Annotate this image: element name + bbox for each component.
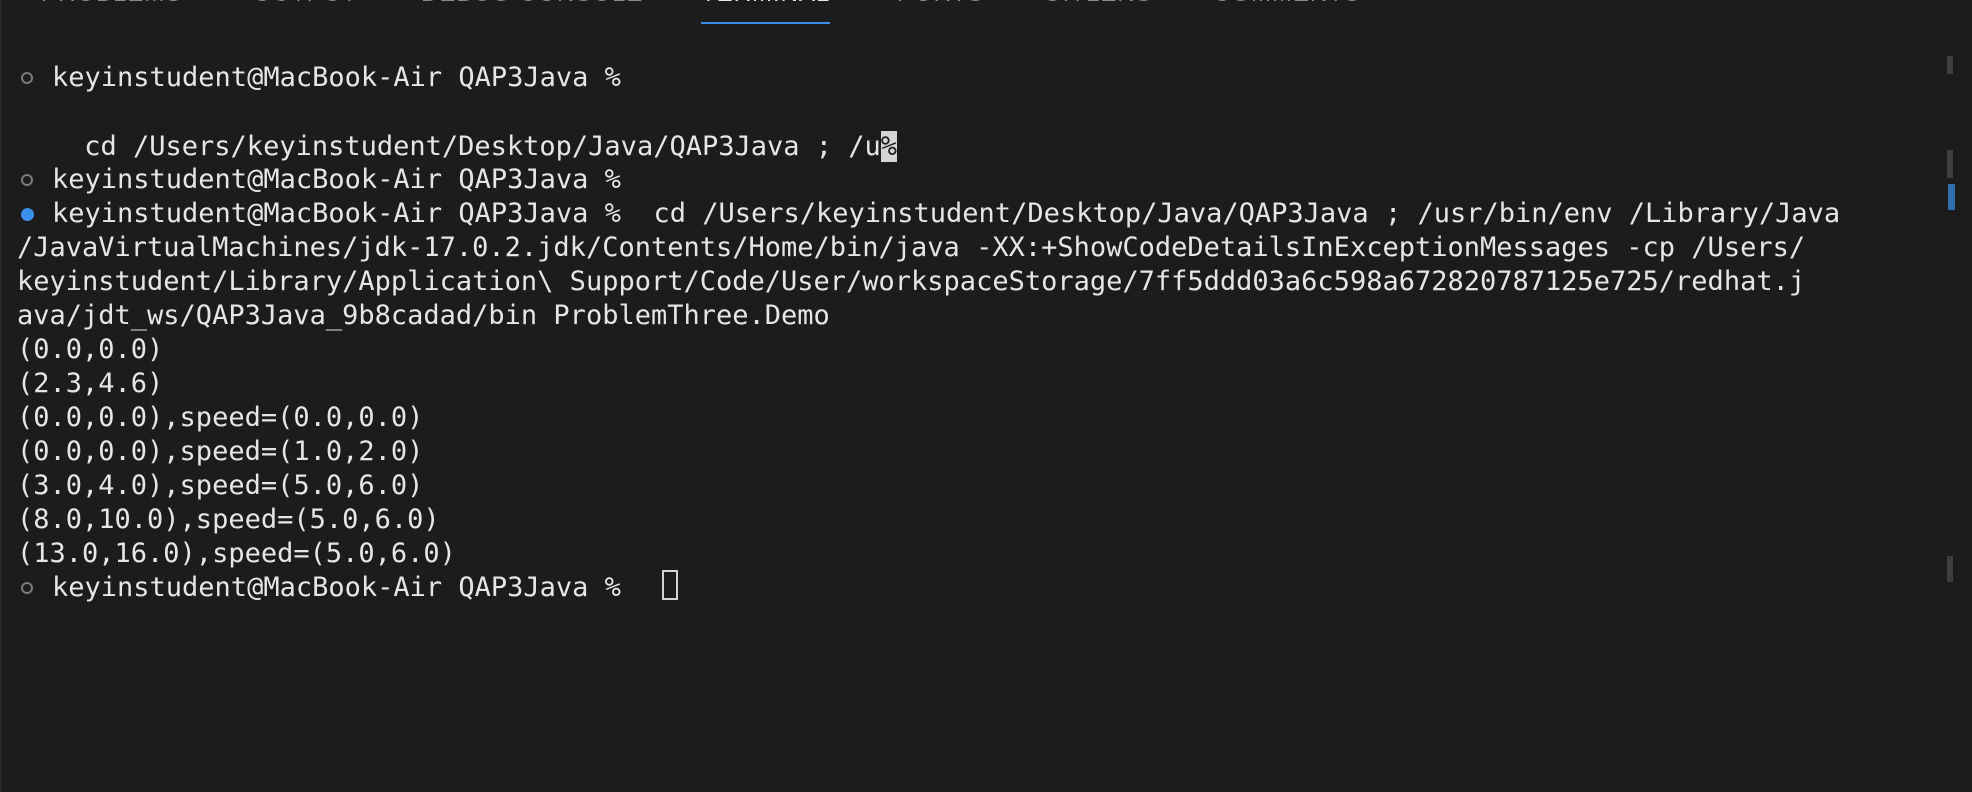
- output-text: (3.0,4.0),speed=(5.0,6.0): [17, 470, 424, 501]
- terminal-line: (13.0,16.0),speed=(5.0,6.0): [1, 537, 456, 571]
- output-text: (8.0,10.0),speed=(5.0,6.0): [17, 504, 440, 535]
- terminal-line: keyinstudent@MacBook-Air QAP3Java %: [1, 163, 621, 197]
- terminal-line: keyinstudent@MacBook-Air QAP3Java %: [1, 61, 621, 95]
- terminal-line: ava/jdt_ws/QAP3Java_9b8cadad/bin Problem…: [1, 299, 830, 333]
- overview-ruler-mark: [1947, 56, 1953, 74]
- highlighted-char: %: [880, 131, 898, 162]
- terminal-line: keyinstudent@MacBook-Air QAP3Java %: [1, 571, 621, 605]
- overview-ruler-mark: [1947, 150, 1953, 178]
- command-text: /JavaVirtualMachines/jdk-17.0.2.jdk/Cont…: [17, 232, 1806, 263]
- command-text: ava/jdt_ws/QAP3Java_9b8cadad/bin Problem…: [17, 300, 830, 331]
- terminal-line: cd /Users/keyinstudent/Desktop/Java/QAP3…: [1, 130, 898, 164]
- output-text: (0.0,0.0),speed=(1.0,2.0): [17, 436, 424, 467]
- prompt-text: keyinstudent@MacBook-Air QAP3Java %: [52, 164, 621, 195]
- prompt-text: keyinstudent@MacBook-Air QAP3Java %: [52, 572, 621, 603]
- prompt-text: keyinstudent@MacBook-Air QAP3Java %: [52, 62, 621, 93]
- command-fragment: cd /Users/keyinstudent/Desktop/Java/QAP3…: [68, 131, 881, 162]
- command-decoration-icon[interactable]: [21, 72, 33, 84]
- terminal-line: (8.0,10.0),speed=(5.0,6.0): [1, 503, 440, 537]
- terminal-panel: PROBLEMS OUTPUT DEBUG CONSOLE TERMINAL P…: [0, 0, 1972, 792]
- command-text: cd /Users/keyinstudent/Desktop/Java/QAP3…: [68, 130, 898, 164]
- terminal-scrollbar[interactable]: [1947, 56, 1955, 696]
- terminal-line: /JavaVirtualMachines/jdk-17.0.2.jdk/Cont…: [1, 231, 1805, 265]
- command-decoration-icon[interactable]: [21, 174, 33, 186]
- terminal-line: (0.0,0.0),speed=(1.0,2.0): [1, 435, 423, 469]
- terminal-line: keyinstudent@MacBook-Air QAP3Java % cd /…: [1, 197, 1840, 231]
- output-text: (0.0,0.0): [17, 334, 164, 365]
- command-text: keyinstudent@MacBook-Air QAP3Java % cd /…: [52, 198, 1841, 229]
- terminal-line: (0.0,0.0),speed=(0.0,0.0): [1, 401, 423, 435]
- terminal-output[interactable]: keyinstudent@MacBook-Air QAP3Java % cd /…: [1, 0, 1972, 792]
- overview-ruler-mark: [1948, 184, 1955, 210]
- overview-ruler-mark: [1947, 556, 1953, 582]
- terminal-line: (3.0,4.0),speed=(5.0,6.0): [1, 469, 423, 503]
- terminal-line: keyinstudent/Library/Application\ Suppor…: [1, 265, 1805, 299]
- output-text: (2.3,4.6): [17, 368, 164, 399]
- command-text: keyinstudent/Library/Application\ Suppor…: [17, 266, 1806, 297]
- terminal-cursor: [662, 570, 678, 600]
- output-text: (13.0,16.0),speed=(5.0,6.0): [17, 538, 456, 569]
- command-decoration-icon[interactable]: [21, 582, 33, 594]
- terminal-line: (0.0,0.0): [1, 333, 163, 367]
- terminal-line: (2.3,4.6): [1, 367, 163, 401]
- output-text: (0.0,0.0),speed=(0.0,0.0): [17, 402, 424, 433]
- command-decoration-icon[interactable]: [21, 208, 34, 221]
